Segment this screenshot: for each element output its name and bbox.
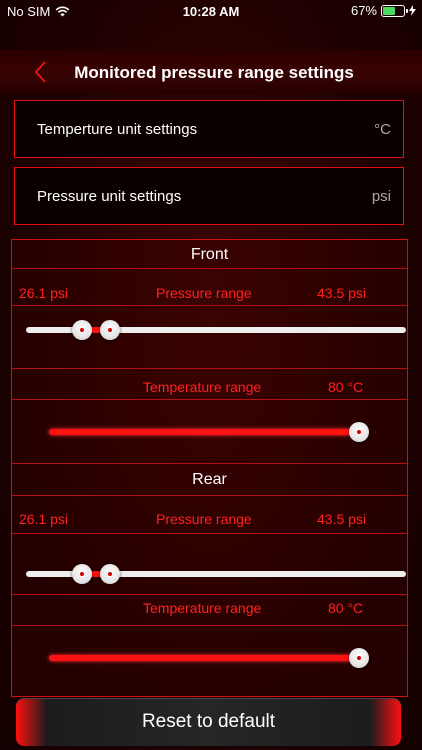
divider	[12, 533, 407, 534]
divider	[12, 594, 407, 595]
front-pressure-max-handle[interactable]	[100, 320, 120, 340]
reset-button-label: Reset to default	[141, 711, 276, 732]
battery-level	[383, 6, 396, 15]
battery-nub	[406, 8, 408, 13]
rear-pressure-range-label: Pressure range	[156, 511, 252, 527]
pressure-unit-value: psi	[371, 188, 391, 205]
navigation-bar: Monitored pressure range settings	[0, 50, 422, 94]
divider	[12, 399, 407, 400]
temperature-unit-value: °C	[374, 121, 391, 138]
rear-temperature-track	[49, 655, 361, 661]
divider	[12, 368, 407, 369]
temperature-unit-label: Temperture unit settings	[37, 121, 198, 138]
rear-temperature-range-label: Temperature range	[143, 600, 262, 616]
pressure-unit-setting[interactable]: Pressure unit settings psi	[14, 167, 404, 225]
divider	[12, 268, 407, 269]
front-temperature-track	[49, 429, 361, 435]
battery-icon	[381, 4, 408, 17]
reset-to-default-button[interactable]: Reset to default	[16, 698, 401, 746]
rear-pressure-max: 43.5 psi	[317, 511, 367, 527]
range-panel: Front 26.1 psi Pressure range 43.5 psi T…	[11, 239, 408, 697]
pressure-unit-label: Pressure unit settings	[37, 188, 182, 205]
rear-pressure-max-handle[interactable]	[100, 564, 120, 584]
front-pressure-min: 26.1 psi	[19, 285, 69, 301]
battery-percent: 67%	[350, 3, 377, 18]
divider	[12, 495, 407, 496]
charging-bolt-icon	[409, 5, 416, 16]
rear-temperature-value: 80 °C	[328, 600, 364, 616]
divider	[12, 463, 407, 464]
status-right: 67%	[351, 3, 416, 18]
front-pressure-range-label: Pressure range	[156, 285, 252, 301]
rear-section-title: Rear	[192, 471, 227, 488]
divider	[12, 305, 407, 306]
rear-pressure-min: 26.1 psi	[19, 511, 69, 527]
front-pressure-max: 43.5 psi	[317, 285, 367, 301]
page-title: Monitored pressure range settings	[74, 63, 354, 82]
divider	[12, 625, 407, 626]
rear-pressure-min-handle[interactable]	[72, 564, 92, 584]
front-temperature-value: 80 °C	[328, 379, 364, 395]
temperature-unit-setting[interactable]: Temperture unit settings °C	[14, 100, 404, 158]
front-temperature-range-label: Temperature range	[143, 379, 262, 395]
front-pressure-min-handle[interactable]	[72, 320, 92, 340]
status-bar: No SIM 10:28 AM 67%	[0, 0, 422, 22]
front-temperature-handle[interactable]	[349, 422, 369, 442]
front-section-title: Front	[190, 246, 229, 263]
rear-temperature-handle[interactable]	[349, 648, 369, 668]
